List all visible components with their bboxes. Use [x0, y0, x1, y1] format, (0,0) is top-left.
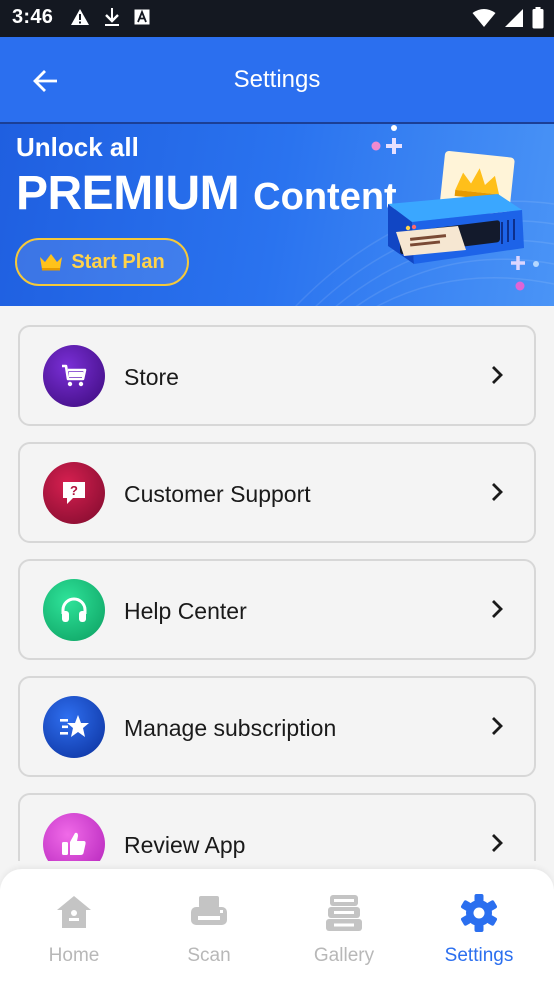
menu-item-label: Manage subscription	[124, 715, 337, 741]
headphones-icon	[43, 579, 105, 641]
nav-scan[interactable]: Scan	[144, 887, 274, 967]
home-icon	[9, 893, 139, 931]
nav-label: Scan	[187, 945, 231, 966]
chevron-right-icon	[492, 483, 503, 501]
printer-icon	[144, 893, 274, 931]
signal-icon	[504, 8, 524, 28]
gear-icon	[414, 893, 544, 933]
nav-settings[interactable]: Settings	[414, 887, 544, 967]
page-title: Settings	[233, 66, 321, 93]
star-list-icon	[43, 696, 105, 758]
download-icon	[104, 7, 120, 27]
thumbs-up-icon	[43, 813, 105, 861]
nav-label: Settings	[444, 945, 514, 966]
menu-item-label: Customer Support	[124, 481, 311, 507]
crown-icon	[40, 254, 63, 271]
printer-illustration	[371, 125, 539, 291]
menu-item-store[interactable]: Store	[18, 325, 536, 426]
settings-menu-list: Store ? Customer Support Help Center Man…	[0, 306, 554, 861]
warning-icon	[70, 8, 90, 26]
stack-icon	[279, 893, 409, 933]
wifi-icon	[472, 8, 496, 28]
font-a-icon	[134, 9, 150, 25]
chevron-right-icon	[492, 834, 503, 852]
chevron-right-icon	[492, 600, 503, 618]
menu-item-label: Help Center	[124, 598, 247, 624]
status-time: 3:46	[12, 6, 54, 28]
menu-item-label: Review App	[124, 832, 246, 858]
chevron-right-icon	[492, 717, 503, 735]
svg-text:?: ?	[70, 483, 78, 498]
banner-premium-text: PREMIUM	[16, 167, 240, 220]
cart-icon	[43, 345, 105, 407]
nav-label: Home	[48, 945, 100, 966]
premium-banner[interactable]: Unlock all PREMIUM Content Start Plan	[0, 122, 554, 306]
start-plan-button[interactable]: Start Plan	[15, 238, 189, 286]
status-bar: 3:46	[0, 0, 554, 37]
chevron-right-icon	[492, 366, 503, 384]
battery-icon	[532, 7, 544, 29]
menu-item-help-center[interactable]: Help Center	[18, 559, 536, 660]
nav-gallery[interactable]: Gallery	[279, 887, 409, 967]
nav-home[interactable]: Home	[9, 887, 139, 967]
banner-headline: Unlock all	[16, 132, 139, 162]
app-bar: Settings	[0, 37, 554, 122]
menu-item-manage-subscription[interactable]: Manage subscription	[18, 676, 536, 777]
menu-item-review-app[interactable]: Review App	[18, 793, 536, 861]
start-plan-label: Start Plan	[71, 250, 165, 273]
bottom-navigation: Home Scan Gallery Settings	[0, 869, 554, 984]
menu-item-label: Store	[124, 364, 179, 390]
help-chat-icon: ?	[43, 462, 105, 524]
nav-label: Gallery	[313, 945, 375, 966]
menu-item-customer-support[interactable]: ? Customer Support	[18, 442, 536, 543]
